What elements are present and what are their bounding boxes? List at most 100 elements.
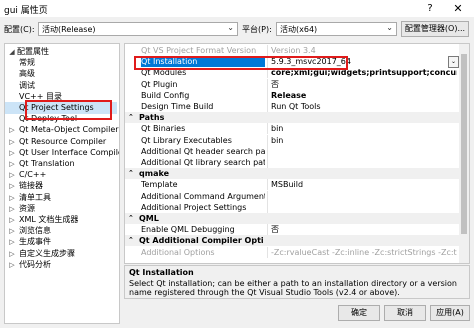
tree-item[interactable]: ▷ 链接器 bbox=[5, 180, 117, 192]
property-value[interactable]: bin bbox=[271, 135, 457, 146]
grid-category[interactable]: ⌃ Qt Additional Compiler Options bbox=[125, 235, 459, 247]
grid-scrollbar[interactable] bbox=[459, 43, 470, 264]
grid-row[interactable]: Template MSBuild bbox=[125, 179, 459, 191]
column-divider[interactable] bbox=[267, 246, 268, 258]
property-name: Additional Qt header search paths bbox=[141, 146, 265, 156]
expand-arrow-icon[interactable]: ▷ bbox=[8, 180, 16, 192]
tree-item[interactable]: 调试 bbox=[5, 80, 117, 92]
config-select[interactable]: 活动(Release) ⌄ bbox=[38, 22, 238, 36]
scrollbar-thumb[interactable] bbox=[461, 54, 467, 234]
collapse-arrow-icon[interactable]: ◢ bbox=[8, 46, 16, 58]
column-divider[interactable] bbox=[267, 157, 268, 168]
property-grid: Qt VS Project Format Version Version 3.4 Q… bbox=[124, 43, 460, 264]
grid-category[interactable]: ⌃ Paths bbox=[125, 112, 459, 124]
column-divider[interactable] bbox=[267, 78, 268, 90]
expand-arrow-icon[interactable]: ▷ bbox=[8, 259, 16, 271]
property-value[interactable]: Version 3.4 bbox=[271, 45, 457, 56]
cancel-button[interactable]: 取消 bbox=[384, 305, 426, 321]
tree-item-label: 配置属性 bbox=[17, 47, 49, 56]
tree-item[interactable]: ▷ C/C++ bbox=[5, 169, 117, 181]
expand-arrow-icon[interactable]: ▷ bbox=[8, 248, 16, 260]
grid-row[interactable]: Additional Project Settings bbox=[125, 201, 459, 213]
tree-item[interactable]: ▷ 清单工具 bbox=[5, 192, 117, 204]
collapse-caret-icon[interactable]: ⌃ bbox=[128, 112, 134, 123]
expand-arrow-icon[interactable]: ▷ bbox=[8, 203, 16, 215]
property-value[interactable]: 否 bbox=[271, 224, 457, 235]
tree-item[interactable]: ▷ Qt Meta-Object Compiler bbox=[5, 124, 118, 136]
grid-row[interactable]: Enable QML Debugging 否 bbox=[125, 224, 459, 236]
property-name: Enable QML Debugging bbox=[141, 225, 235, 235]
column-divider[interactable] bbox=[267, 101, 268, 112]
grid-row[interactable]: Qt VS Project Format Version Version 3.4 bbox=[125, 45, 459, 56]
grid-row[interactable]: Qt Library Executables bin bbox=[125, 134, 459, 146]
grid-row[interactable]: Design Time Build Run Qt Tools bbox=[125, 101, 459, 112]
tree-item[interactable]: ▷ 浏览信息 bbox=[5, 225, 117, 237]
tree-item[interactable]: ▷ 自定义生成步骤 bbox=[5, 248, 117, 260]
tree-item[interactable]: 常规 bbox=[5, 57, 117, 69]
expand-arrow-icon[interactable]: ▷ bbox=[8, 225, 16, 237]
ok-button[interactable]: 确定 bbox=[338, 305, 380, 321]
grid-row[interactable]: Additional Qt library search paths bbox=[125, 157, 459, 168]
collapse-caret-icon[interactable]: ⌃ bbox=[128, 213, 134, 224]
tree-item-label: Qt User Interface Compiler bbox=[19, 147, 120, 157]
expand-arrow-icon[interactable]: ▷ bbox=[8, 214, 16, 226]
property-value[interactable]: Release bbox=[271, 90, 457, 101]
property-name: Paths bbox=[139, 113, 165, 123]
grid-row[interactable]: Additional Command Arguments bbox=[125, 190, 459, 202]
column-divider[interactable] bbox=[267, 89, 268, 101]
grid-row[interactable]: Qt Plugin 否 bbox=[125, 78, 459, 90]
description-text: Select Qt installation; can be either a … bbox=[129, 279, 457, 297]
apply-button[interactable]: 应用(A) bbox=[430, 305, 470, 321]
expand-arrow-icon[interactable]: ▷ bbox=[8, 158, 16, 170]
config-label: 配置(C): bbox=[4, 25, 35, 34]
help-button[interactable]: ? bbox=[420, 1, 440, 16]
tree-item-label: 资源 bbox=[19, 203, 35, 213]
column-divider[interactable] bbox=[267, 179, 268, 191]
tree-item[interactable]: ▷ 代码分析 bbox=[5, 259, 117, 271]
tree-item[interactable]: ▷ Qt Resource Compiler bbox=[5, 136, 117, 148]
column-divider[interactable] bbox=[267, 134, 268, 146]
tree-item[interactable]: ◢ 配置属性 bbox=[5, 46, 117, 58]
property-name: qmake bbox=[139, 169, 169, 179]
expand-arrow-icon[interactable]: ▷ bbox=[8, 147, 16, 159]
column-divider[interactable] bbox=[267, 190, 268, 202]
property-name: Qt Additional Compiler Options bbox=[139, 236, 263, 246]
column-divider[interactable] bbox=[267, 123, 268, 135]
tree-item-label: 常规 bbox=[19, 58, 35, 68]
property-value[interactable]: Run Qt Tools bbox=[271, 101, 457, 112]
tree-item-label: Qt Resource Compiler bbox=[19, 136, 107, 146]
collapse-caret-icon[interactable]: ⌃ bbox=[128, 235, 134, 246]
close-button[interactable]: ✕ bbox=[448, 1, 468, 16]
grid-category[interactable]: ⌃ QML bbox=[125, 213, 459, 224]
expand-arrow-icon[interactable]: ▷ bbox=[8, 124, 16, 136]
property-value[interactable]: -Zc:rvalueCast -Zc:inline -Zc:strictStri… bbox=[271, 247, 457, 258]
config-manager-button[interactable]: 配置管理器(O)... bbox=[401, 21, 469, 37]
collapse-caret-icon[interactable]: ⌃ bbox=[128, 168, 134, 179]
grid-row[interactable]: Additional Options -Zc:rvalueCast -Zc:inl… bbox=[125, 246, 459, 258]
property-value[interactable]: 否 bbox=[271, 79, 457, 90]
property-value[interactable]: MSBuild bbox=[271, 179, 457, 190]
property-value[interactable]: bin bbox=[271, 123, 457, 134]
tree-item[interactable]: 高级 bbox=[5, 68, 117, 80]
tree-item[interactable]: ▷ Qt Translation bbox=[5, 158, 117, 170]
platform-select[interactable]: 活动(x64) ⌄ bbox=[276, 22, 397, 36]
grid-row[interactable]: Build Config Release bbox=[125, 89, 459, 101]
tree-item[interactable]: ▷ XML 文档生成器 bbox=[5, 214, 117, 226]
grid-row[interactable]: Additional Qt header search paths bbox=[125, 145, 459, 157]
column-divider[interactable] bbox=[267, 201, 268, 213]
expand-arrow-icon[interactable]: ▷ bbox=[8, 136, 16, 148]
description-title: Qt Installation bbox=[129, 268, 194, 277]
tree-item[interactable]: ▷ Qt User Interface Compiler bbox=[5, 147, 120, 159]
dropdown-button[interactable]: ⌄ bbox=[448, 56, 459, 69]
tree-item[interactable]: ▷ 资源 bbox=[5, 203, 117, 215]
expand-arrow-icon[interactable]: ▷ bbox=[8, 192, 16, 204]
column-divider[interactable] bbox=[267, 145, 268, 157]
expand-arrow-icon[interactable]: ▷ bbox=[8, 169, 16, 181]
column-divider[interactable] bbox=[267, 45, 268, 56]
tree-item-label: Qt Translation bbox=[19, 159, 75, 168]
grid-category[interactable]: ⌃ qmake bbox=[125, 168, 459, 180]
expand-arrow-icon[interactable]: ▷ bbox=[8, 236, 16, 248]
grid-row[interactable]: Qt Binaries bin bbox=[125, 123, 459, 135]
column-divider[interactable] bbox=[267, 224, 268, 236]
tree-item[interactable]: ▷ 生成事件 bbox=[5, 236, 117, 248]
